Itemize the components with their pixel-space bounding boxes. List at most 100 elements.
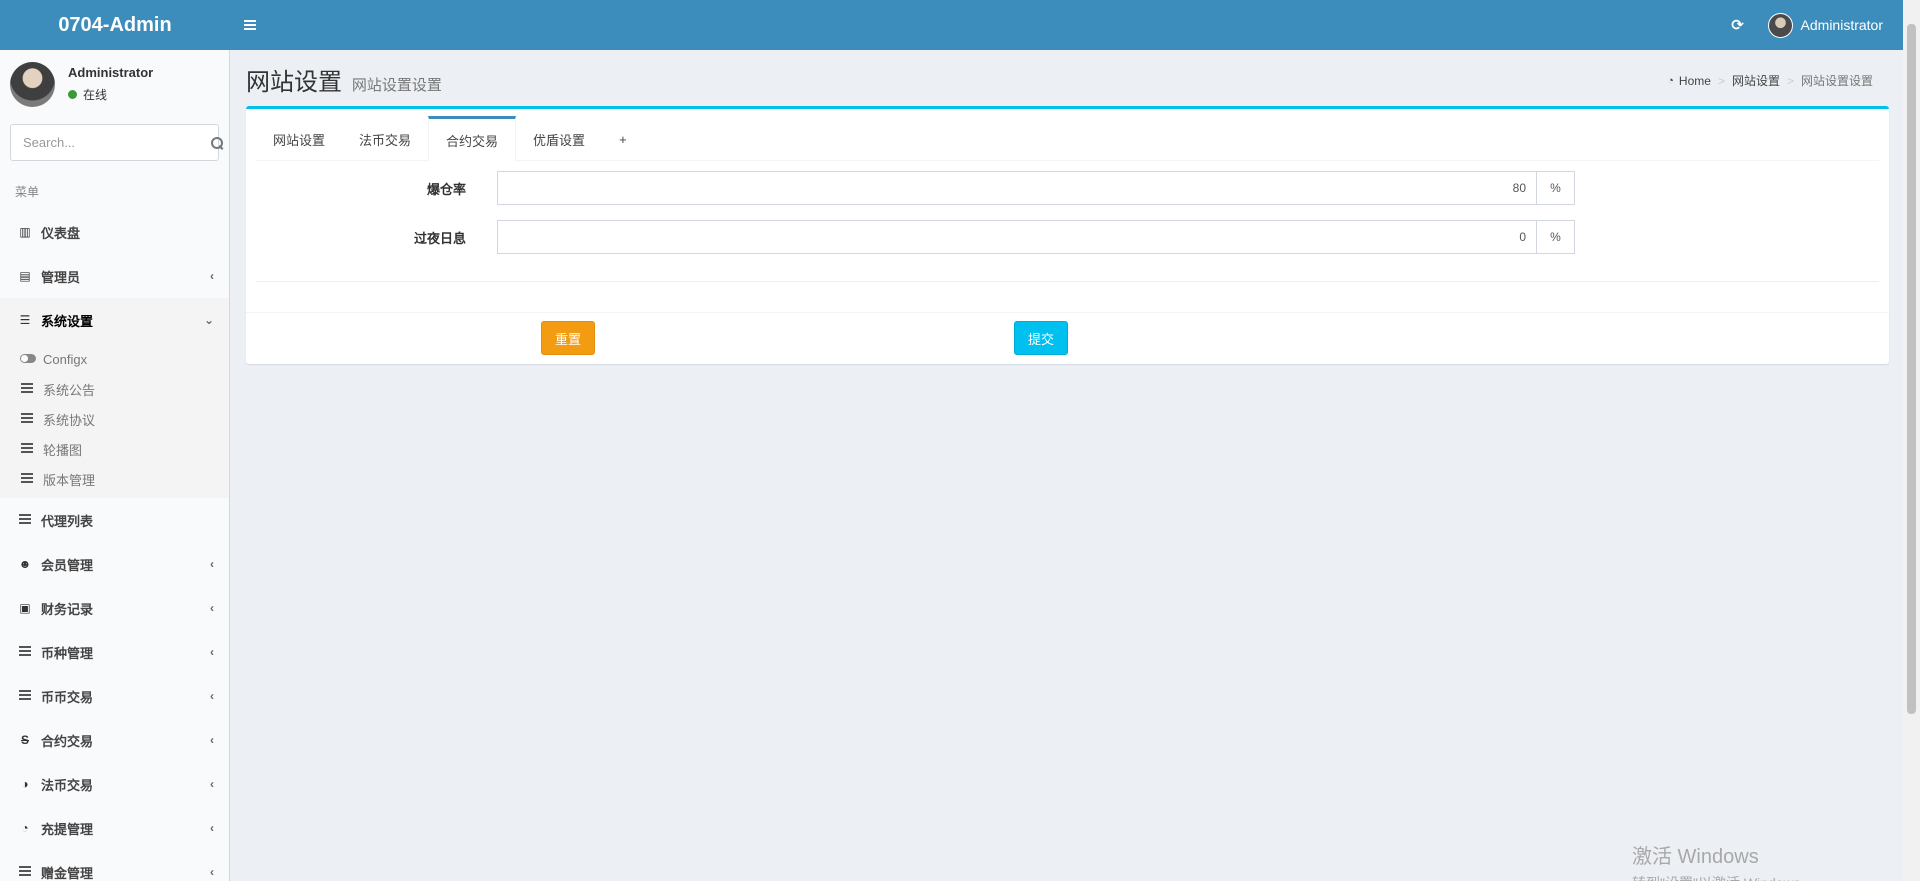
submenu-item-label: 版本管理 bbox=[43, 472, 96, 488]
dashboard-icon: ◔ bbox=[1667, 74, 1674, 87]
list-icon bbox=[17, 865, 33, 879]
sidebar-item-label: 代理列表 bbox=[41, 513, 94, 529]
submenu-item-announcements[interactable]: 系统公告 bbox=[0, 374, 229, 404]
menu-header: 菜单 bbox=[15, 185, 40, 199]
liquidation-rate-label: 爆仓率 bbox=[426, 181, 466, 197]
sidebar-item-contract-trading[interactable]: S 合约交易 ‹ bbox=[0, 718, 229, 762]
submenu-item-label: Configx bbox=[43, 351, 88, 367]
sidebar-item-agents[interactable]: 代理列表 bbox=[0, 498, 229, 542]
sidebar-item-label: 系统设置 bbox=[41, 313, 94, 329]
header-user-name: Administrator bbox=[1800, 17, 1883, 33]
breadcrumb-home-link[interactable]: Home bbox=[1679, 74, 1711, 88]
sidebar-item-label: 财务记录 bbox=[41, 601, 94, 617]
form-row-overnight-interest: 过夜日息 % bbox=[256, 220, 1626, 254]
sidebar-item-bonus[interactable]: 赠金管理 ‹ bbox=[0, 850, 229, 881]
box-footer-divider bbox=[246, 312, 1889, 313]
system-settings-submenu: Configx 系统公告 系统协议 轮播图 版本管理 bbox=[0, 342, 229, 498]
sidebar: Administrator 在线 菜单 ▥ 仪表盘 ▤ 管理员 ‹ ☰ 系统设置… bbox=[0, 50, 230, 881]
submenu-item-label: 轮播图 bbox=[43, 442, 83, 458]
submenu-item-carousel[interactable]: 轮播图 bbox=[0, 434, 229, 464]
navbar-right: ⟳ Administrator bbox=[1718, 0, 1903, 50]
reset-button[interactable]: 重置 bbox=[541, 321, 595, 355]
liquidation-rate-group: % bbox=[497, 171, 1575, 205]
settings-tabs: 网站设置 法币交易 合约交易 优盾设置 + bbox=[256, 109, 1879, 161]
adjust-icon: ◑ bbox=[21, 777, 29, 791]
submenu-item-configx[interactable]: Configx bbox=[0, 344, 229, 374]
sidebar-item-fiat-trading[interactable]: ◑ 法币交易 ‹ bbox=[0, 762, 229, 806]
chevron-left-icon: ‹ bbox=[210, 689, 214, 703]
sidebar-item-label: 会员管理 bbox=[41, 557, 94, 573]
search-button[interactable] bbox=[211, 125, 223, 160]
sidebar-item-label: 币种管理 bbox=[41, 645, 94, 661]
status-dot-icon bbox=[68, 90, 77, 99]
sidebar-item-system-settings[interactable]: ☰ 系统设置 ⌄ bbox=[0, 298, 229, 342]
refresh-button[interactable]: ⟳ bbox=[1718, 0, 1758, 50]
sliders-icon: ☰ bbox=[19, 313, 31, 327]
strikethrough-icon: S bbox=[20, 733, 29, 747]
online-status: 在线 bbox=[68, 86, 153, 103]
tab-site-settings[interactable]: 网站设置 bbox=[256, 116, 342, 160]
toggle-icon bbox=[20, 352, 36, 366]
sidebar-item-deposit-withdraw[interactable]: ◔ 充提管理 ‹ bbox=[0, 806, 229, 850]
submenu-item-versions[interactable]: 版本管理 bbox=[0, 464, 229, 494]
chevron-left-icon: ‹ bbox=[210, 645, 214, 659]
page-scrollbar[interactable] bbox=[1903, 0, 1920, 881]
form-row-liquidation-rate: 爆仓率 % bbox=[256, 171, 1626, 205]
overnight-interest-group: % bbox=[497, 220, 1575, 254]
list-icon bbox=[20, 472, 34, 486]
scrollbar-thumb[interactable] bbox=[1907, 24, 1916, 714]
breadcrumb-separator: > bbox=[1717, 73, 1725, 88]
breadcrumb-current: 网站设置设置 bbox=[1800, 74, 1873, 88]
list-icon bbox=[17, 689, 33, 703]
sidebar-item-label: 仪表盘 bbox=[41, 225, 81, 241]
chevron-left-icon: ‹ bbox=[210, 557, 214, 571]
chevron-down-icon: ⌄ bbox=[203, 313, 214, 327]
page-subtitle: 网站设置设置 bbox=[351, 77, 442, 94]
chevron-left-icon: ‹ bbox=[210, 269, 214, 283]
sidebar-item-currencies[interactable]: 币种管理 ‹ bbox=[0, 630, 229, 674]
user-menu[interactable]: Administrator bbox=[1767, 12, 1883, 38]
sidebar-item-finance[interactable]: ▣ 财务记录 ‹ bbox=[0, 586, 229, 630]
chevron-left-icon: ‹ bbox=[210, 601, 214, 615]
windows-activation-watermark: 激活 Windows 转到"设置"以激活 Windows bbox=[1632, 840, 1801, 881]
sidebar-user-name: Administrator bbox=[68, 65, 154, 80]
chevron-left-icon: ‹ bbox=[210, 821, 214, 835]
form-divider bbox=[256, 281, 1879, 282]
money-icon: ▣ bbox=[19, 601, 31, 615]
settings-box: 网站设置 法币交易 合约交易 优盾设置 + 爆仓率 % 过夜日息 % 重置 提交 bbox=[246, 106, 1889, 364]
list-icon bbox=[17, 513, 33, 527]
list-icon bbox=[20, 382, 34, 396]
submenu-item-label: 系统公告 bbox=[43, 382, 96, 398]
app-logo[interactable]: 0704-Admin bbox=[0, 0, 230, 50]
percent-addon: % bbox=[1537, 171, 1575, 205]
tab-udun-settings[interactable]: 优盾设置 bbox=[516, 116, 602, 160]
sidebar-item-members[interactable]: ☻ 会员管理 ‹ bbox=[0, 542, 229, 586]
refresh-icon: ⟳ bbox=[1731, 17, 1744, 34]
breadcrumb-link[interactable]: 网站设置 bbox=[1732, 72, 1780, 89]
search-icon bbox=[211, 136, 223, 149]
avatar bbox=[1767, 12, 1793, 38]
chevron-left-icon: ‹ bbox=[210, 777, 214, 791]
tab-contract-trading[interactable]: 合约交易 bbox=[428, 116, 517, 161]
overnight-interest-label: 过夜日息 bbox=[413, 230, 466, 246]
sidebar-item-admins[interactable]: ▤ 管理员 ‹ bbox=[0, 254, 229, 298]
hamburger-icon bbox=[244, 20, 256, 30]
bar-chart-icon: ▥ bbox=[19, 225, 31, 239]
list-icon bbox=[20, 412, 34, 426]
overnight-interest-input[interactable] bbox=[497, 220, 1537, 254]
avatar bbox=[10, 61, 55, 107]
list-icon bbox=[17, 645, 33, 659]
tab-fiat-trading[interactable]: 法币交易 bbox=[342, 116, 428, 160]
user-panel: Administrator 在线 bbox=[0, 50, 229, 118]
liquidation-rate-input[interactable] bbox=[497, 171, 1537, 205]
page-title: 网站设置 bbox=[246, 69, 342, 96]
search-input[interactable] bbox=[11, 125, 211, 160]
watermark-line2: 转到"设置"以激活 Windows bbox=[1632, 873, 1801, 881]
main-content: 网站设置 网站设置设置 ◔ Home > 网站设置 > 网站设置设置 网站设置 … bbox=[230, 50, 1903, 881]
sidebar-item-spot-trading[interactable]: 币币交易 ‹ bbox=[0, 674, 229, 718]
submit-button[interactable]: 提交 bbox=[1014, 321, 1068, 355]
sidebar-item-dashboard[interactable]: ▥ 仪表盘 bbox=[0, 210, 229, 254]
sidebar-toggle-button[interactable] bbox=[230, 0, 270, 50]
tab-add[interactable]: + bbox=[602, 116, 644, 160]
submenu-item-agreements[interactable]: 系统协议 bbox=[0, 404, 229, 434]
